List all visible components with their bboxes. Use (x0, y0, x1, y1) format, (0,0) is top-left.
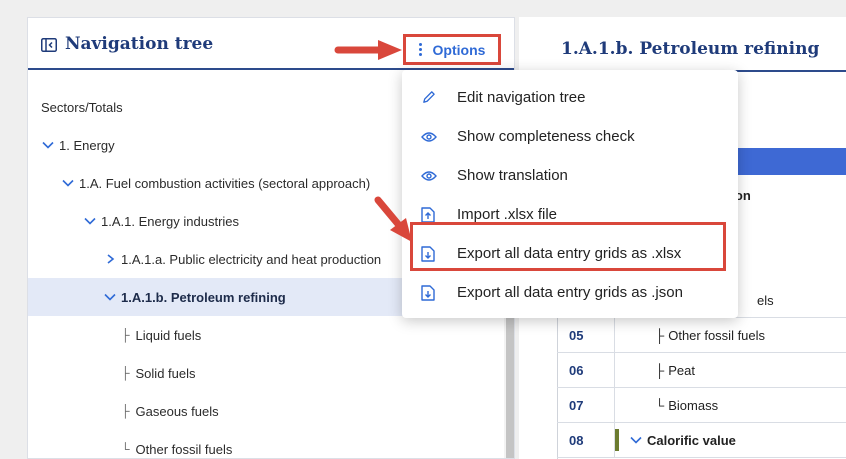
row-label: Calorific value (647, 432, 736, 448)
tree-branch-glyph: └ (655, 397, 665, 413)
tree-item-label: 1.A. Fuel combustion activities (sectora… (79, 175, 371, 191)
options-label: Options (432, 41, 486, 58)
row-number: 07 (557, 388, 615, 422)
menu-item-show-completeness-check[interactable]: Show completeness check (402, 117, 738, 156)
eye-icon (421, 131, 437, 142)
tree-branch-glyph: ├ (655, 327, 665, 343)
menu-item-edit-navigation-tree[interactable]: Edit navigation tree (402, 78, 738, 117)
tree-item-label: Sectors/Totals (41, 99, 123, 115)
navigation-title: Navigation tree (65, 34, 214, 54)
tree-item-label: 1.A.1.a. Public electricity and heat pro… (121, 251, 382, 267)
tree-item-label: Other fossil fuels (135, 441, 233, 457)
tree-item-label: Liquid fuels (135, 327, 202, 343)
chevron-down-icon[interactable] (41, 140, 55, 150)
chevron-down-icon[interactable] (61, 178, 75, 188)
panel-collapse-icon[interactable] (41, 38, 57, 52)
tree-item-label: 1.A.1. Energy industries (101, 213, 240, 229)
tree-item-solid-fuels[interactable]: ├ Solid fuels (28, 354, 504, 392)
chevron-right-icon[interactable] (103, 254, 117, 264)
chevron-down-icon[interactable] (629, 435, 643, 445)
chevron-down-icon[interactable] (103, 292, 117, 302)
file-download-icon (421, 284, 435, 301)
menu-item-label: Show translation (457, 167, 568, 184)
menu-item-import-xlsx[interactable]: Import .xlsx file (402, 195, 738, 234)
tree-item-other-fossil-fuels[interactable]: └ Other fossil fuels (28, 430, 504, 458)
table-row[interactable]: 05 ├ Other fossil fuels (557, 318, 846, 353)
options-button[interactable]: Options (403, 34, 501, 65)
menu-item-show-translation[interactable]: Show translation (402, 156, 738, 195)
table-row[interactable]: 07 └ Biomass (557, 388, 846, 423)
tree-branch-glyph: ├ (121, 366, 130, 380)
tree-item-label: 1. Energy (59, 137, 115, 153)
menu-item-label: Show completeness check (457, 128, 635, 145)
tree-item-label: 1.A.1.b. Petroleum refining (121, 289, 286, 305)
navigation-header: Navigation tree Options (28, 18, 514, 70)
tree-item-label: Solid fuels (135, 365, 196, 381)
tree-branch-glyph: ├ (655, 362, 665, 378)
tree-branch-glyph: ├ (121, 328, 130, 342)
row-number: 06 (557, 353, 615, 387)
row-number: 08 (557, 423, 615, 457)
chevron-down-icon[interactable] (83, 216, 97, 226)
tree-branch-glyph: ├ (121, 404, 130, 418)
pencil-icon (423, 91, 435, 103)
row-status-marker (615, 429, 619, 451)
menu-item-label: Edit navigation tree (457, 89, 586, 106)
row-number: 05 (557, 318, 615, 352)
table-row[interactable]: 06 ├ Peat (557, 353, 846, 388)
menu-item-label: Export all data entry grids as .json (457, 284, 683, 301)
menu-item-export-xlsx[interactable]: Export all data entry grids as .xlsx (402, 234, 738, 273)
options-menu: Edit navigation tree Show completeness c… (402, 70, 738, 318)
tree-item-liquid-fuels[interactable]: ├ Liquid fuels (28, 316, 504, 354)
page-title: 1.A.1.b. Petroleum refining (561, 39, 820, 59)
tree-item-label: Gaseous fuels (135, 403, 219, 419)
menu-item-export-json[interactable]: Export all data entry grids as .json (402, 273, 738, 312)
kebab-icon (418, 43, 422, 56)
file-upload-icon (421, 206, 435, 223)
eye-icon (421, 170, 437, 181)
tree-branch-glyph: └ (121, 442, 130, 456)
table-row[interactable]: 08 Calorific value (557, 423, 846, 458)
row-label: Peat (668, 362, 695, 378)
menu-item-label: Import .xlsx file (457, 206, 558, 223)
row-label: els (757, 292, 774, 308)
row-label: Biomass (668, 397, 719, 413)
file-download-icon (421, 245, 435, 262)
row-label: Other fossil fuels (668, 327, 766, 343)
menu-item-label: Export all data entry grids as .xlsx (457, 245, 682, 262)
tree-item-gaseous-fuels[interactable]: ├ Gaseous fuels (28, 392, 504, 430)
